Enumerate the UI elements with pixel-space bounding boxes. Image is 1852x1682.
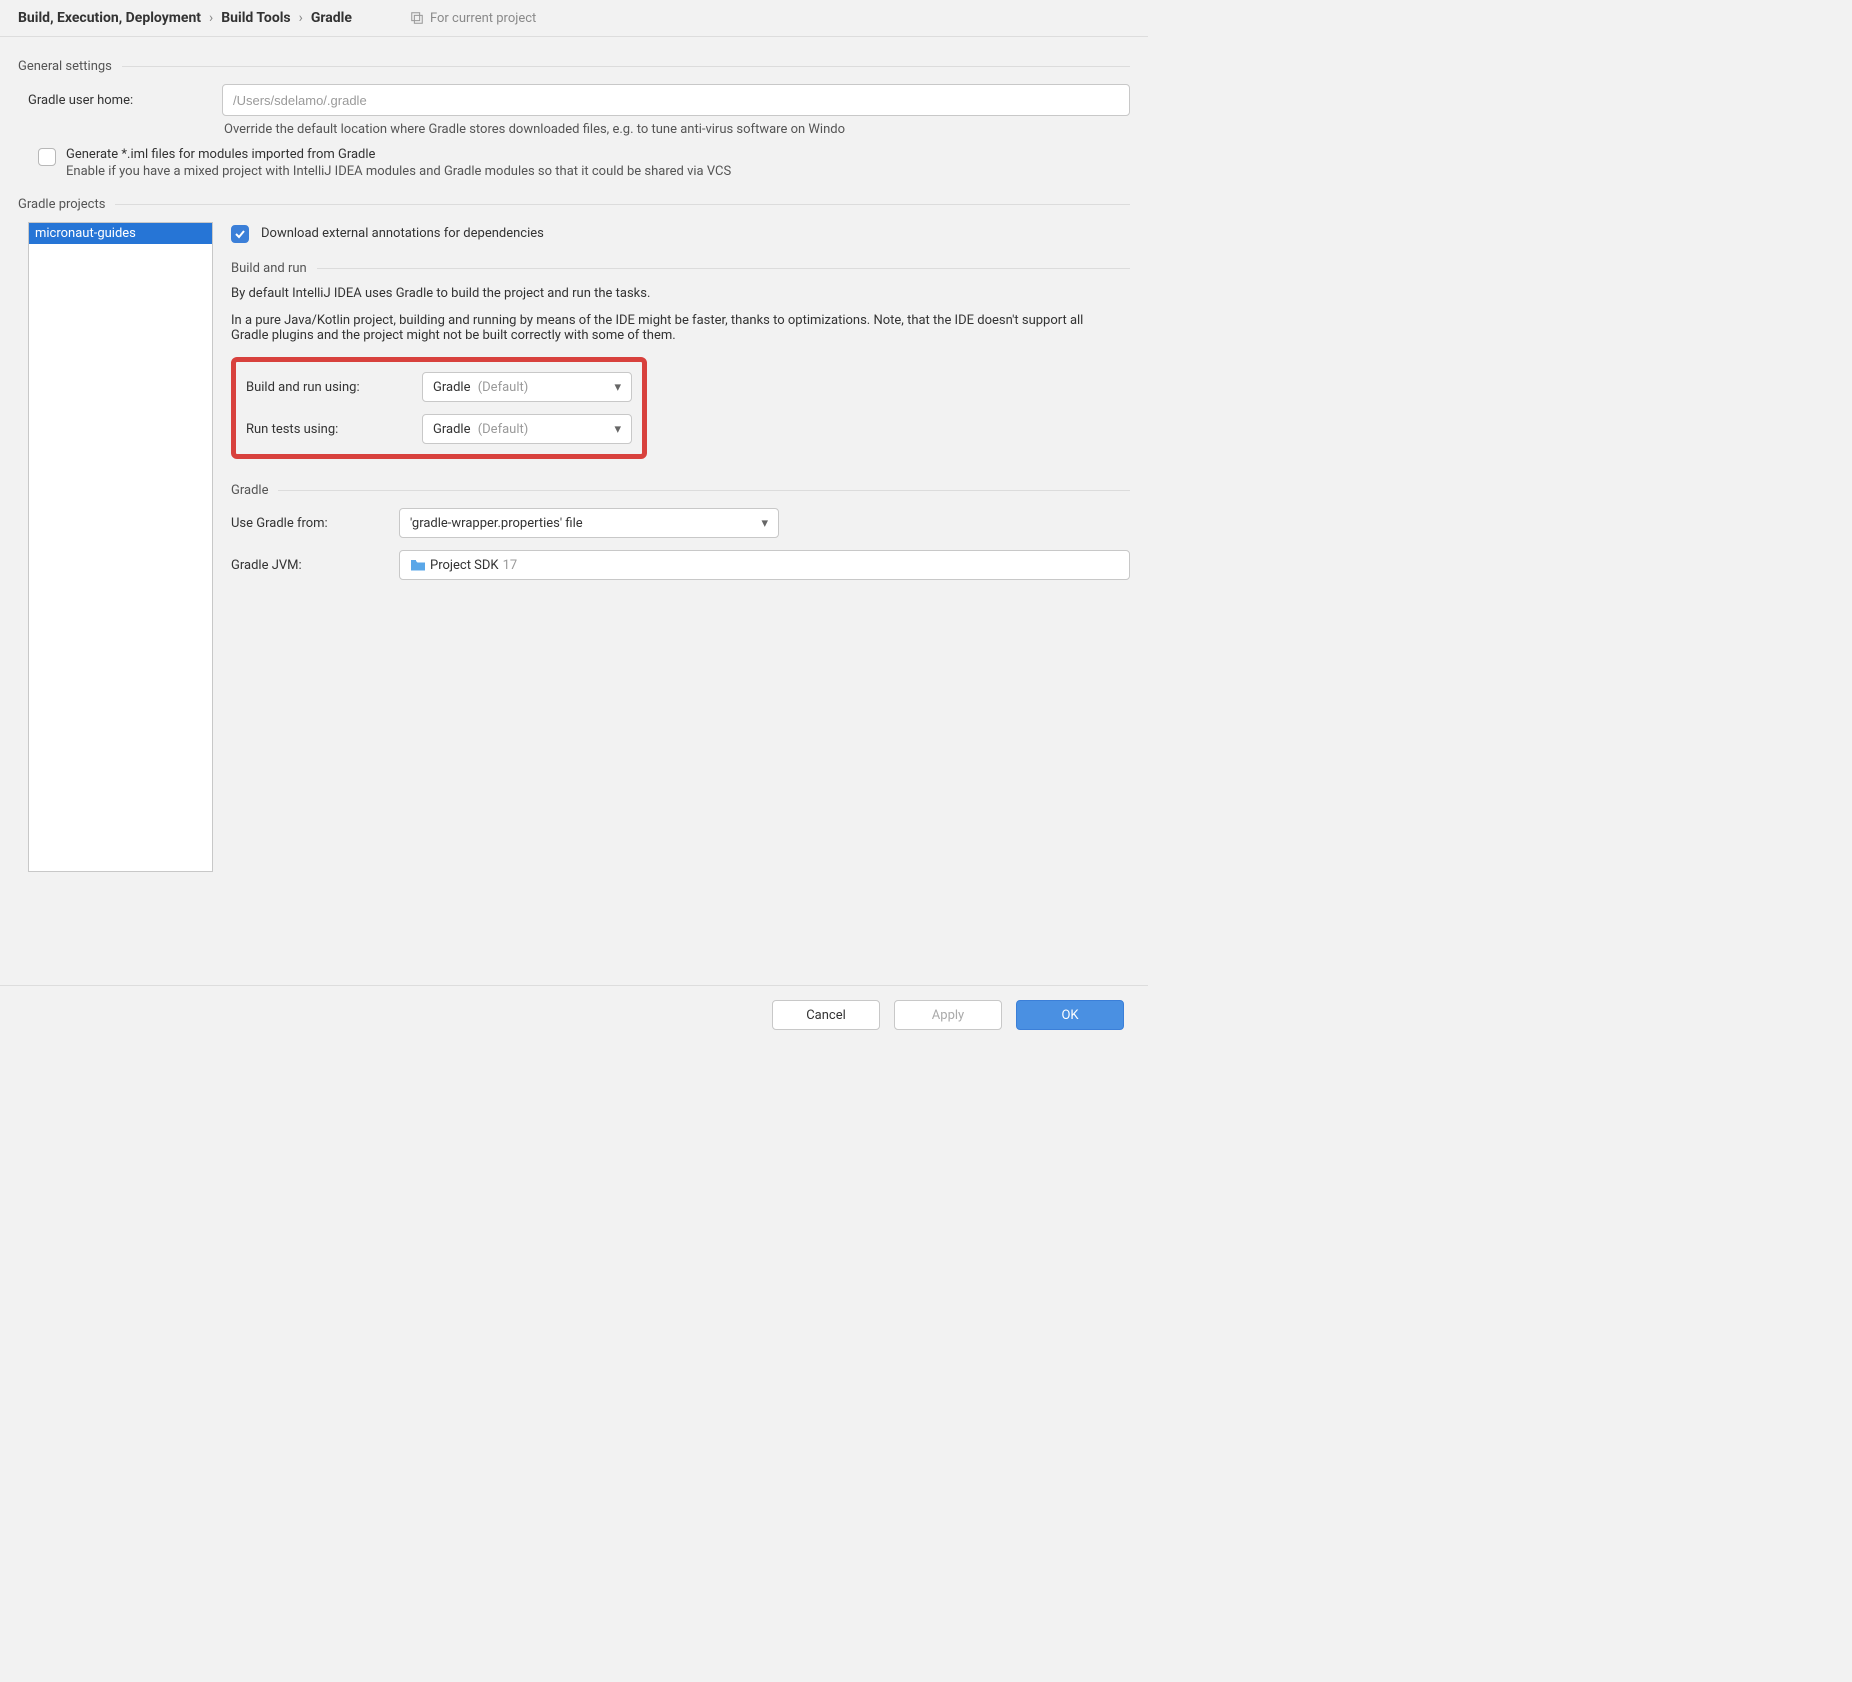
gradle-jvm-value: Project SDK: [430, 558, 499, 573]
download-annotations-checkbox[interactable]: [231, 225, 249, 243]
build-using-label: Build and run using:: [246, 380, 406, 395]
use-gradle-from-value: 'gradle-wrapper.properties' file: [410, 516, 583, 531]
breadcrumb-seg-2[interactable]: Build Tools: [221, 10, 290, 26]
folder-icon: [410, 559, 426, 571]
breadcrumb-sep: ›: [209, 10, 213, 26]
generate-iml-label: Generate *.iml files for modules importe…: [66, 147, 731, 162]
chevron-down-icon: ▾: [761, 516, 768, 531]
highlight-box: Build and run using: Gradle (Default) ▾ …: [231, 357, 647, 459]
gradle-user-home-help: Override the default location where Grad…: [224, 122, 1130, 137]
scope-indicator: For current project: [410, 11, 536, 26]
section-projects: Gradle projects: [18, 197, 1130, 212]
settings-header: Build, Execution, Deployment › Build Too…: [0, 0, 1148, 37]
run-tests-label: Run tests using:: [246, 422, 406, 437]
build-using-value: Gradle: [433, 380, 470, 395]
scope-label: For current project: [430, 11, 536, 26]
section-gradle: Gradle: [231, 483, 1130, 498]
copy-icon: [410, 11, 424, 25]
divider: [317, 268, 1130, 269]
gradle-user-home-input[interactable]: [222, 84, 1130, 116]
section-build-run: Build and run: [231, 261, 1130, 276]
build-run-desc-2: In a pure Java/Kotlin project, building …: [231, 313, 1130, 343]
section-title: Build and run: [231, 261, 307, 276]
breadcrumb: Build, Execution, Deployment › Build Too…: [18, 10, 352, 26]
download-annotations-label: Download external annotations for depend…: [261, 226, 544, 241]
generate-iml-help: Enable if you have a mixed project with …: [66, 164, 731, 179]
section-title: General settings: [18, 59, 112, 74]
use-gradle-from-label: Use Gradle from:: [231, 516, 383, 531]
breadcrumb-sep: ›: [299, 10, 303, 26]
run-tests-dropdown[interactable]: Gradle (Default) ▾: [422, 414, 632, 444]
settings-content: General settings Gradle user home: Overr…: [0, 37, 1148, 986]
cancel-button[interactable]: Cancel: [772, 1000, 880, 1030]
project-item[interactable]: micronaut-guides: [29, 223, 212, 244]
run-tests-suffix: (Default): [478, 422, 529, 437]
apply-button[interactable]: Apply: [894, 1000, 1002, 1030]
use-gradle-from-dropdown[interactable]: 'gradle-wrapper.properties' file ▾: [399, 508, 779, 538]
dialog-footer: Cancel Apply OK: [0, 986, 1148, 1044]
ok-button[interactable]: OK: [1016, 1000, 1124, 1030]
gradle-jvm-suffix: 17: [503, 558, 518, 573]
divider: [278, 490, 1130, 491]
run-tests-value: Gradle: [433, 422, 470, 437]
breadcrumb-seg-1[interactable]: Build, Execution, Deployment: [18, 10, 201, 26]
gradle-jvm-label: Gradle JVM:: [231, 558, 383, 573]
section-title: Gradle: [231, 483, 268, 498]
gradle-user-home-label: Gradle user home:: [28, 93, 208, 108]
project-list[interactable]: micronaut-guides: [28, 222, 213, 872]
build-using-dropdown[interactable]: Gradle (Default) ▾: [422, 372, 632, 402]
breadcrumb-seg-3[interactable]: Gradle: [311, 10, 352, 26]
chevron-down-icon: ▾: [614, 422, 621, 437]
build-run-desc-1: By default IntelliJ IDEA uses Gradle to …: [231, 286, 1130, 301]
gradle-jvm-dropdown[interactable]: Project SDK 17: [399, 550, 1130, 580]
section-title: Gradle projects: [18, 197, 105, 212]
project-detail: Download external annotations for depend…: [231, 222, 1130, 872]
chevron-down-icon: ▾: [614, 380, 621, 395]
divider: [115, 204, 1130, 205]
section-general: General settings: [18, 59, 1130, 74]
divider: [122, 66, 1130, 67]
build-using-suffix: (Default): [478, 380, 529, 395]
generate-iml-checkbox[interactable]: [38, 148, 56, 166]
